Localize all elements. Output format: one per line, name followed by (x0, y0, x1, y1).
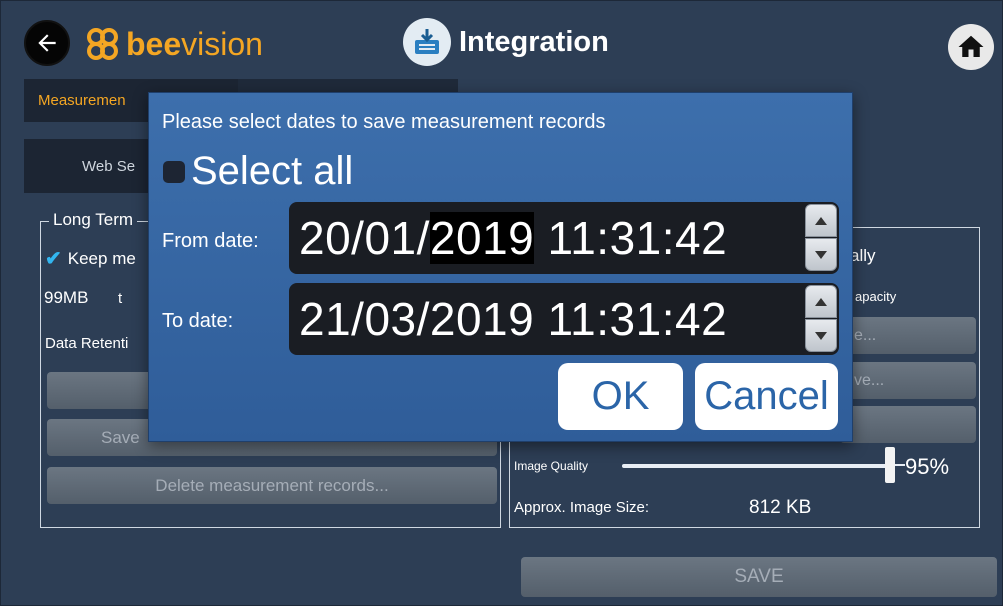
to-date-label: To date: (162, 310, 234, 332)
from-date-decrement-button[interactable] (805, 238, 837, 271)
to-date-increment-button[interactable] (805, 285, 837, 318)
data-retention-label: Data Retenti (45, 335, 129, 352)
back-button[interactable] (24, 20, 70, 66)
from-date-field[interactable]: 20/01/2019 11:31:42 (289, 202, 839, 274)
keep-checkbox-label: Keep me (67, 248, 136, 268)
home-button[interactable] (948, 24, 994, 70)
to-date-value[interactable]: 21/03/2019 11:31:42 (299, 292, 727, 346)
arrow-left-icon (38, 34, 56, 52)
save-button[interactable]: SAVE (521, 557, 997, 597)
from-date-day-month: 20/01/ (299, 212, 430, 264)
logo-text-light: vision (181, 26, 263, 62)
home-icon (958, 35, 984, 57)
right-action-button-3[interactable] (840, 406, 976, 443)
beevision-logo: bee vision (86, 22, 263, 66)
ok-button[interactable]: OK (558, 363, 683, 430)
to-date-field[interactable]: 21/03/2019 11:31:42 (289, 283, 839, 355)
keep-measurements-checkbox[interactable]: ✔ Keep me (45, 246, 136, 271)
dialog-prompt: Please select dates to save measurement … (162, 111, 606, 133)
page-title: Integration (459, 25, 609, 58)
from-date-value[interactable]: 20/01/2019 11:31:42 (299, 211, 727, 265)
checkbox-box (163, 160, 185, 183)
delete-measurement-records-button[interactable]: Delete measurement records... (47, 467, 497, 504)
to-date-decrement-button[interactable] (805, 319, 837, 352)
chevron-down-icon (815, 250, 827, 259)
cancel-button[interactable]: Cancel (695, 363, 838, 430)
right-option-label: ally (850, 246, 876, 265)
checkmark-icon: ✔ (45, 248, 62, 270)
image-quality-value: 95% (905, 454, 950, 479)
from-date-year-selected[interactable]: 2019 (429, 212, 535, 264)
chevron-up-icon (815, 216, 827, 225)
page-title-group: Integration (403, 18, 609, 66)
storage-size-suffix: t (118, 290, 123, 307)
right-action-button-2[interactable]: ve... (840, 362, 976, 399)
image-quality-slider-thumb[interactable] (885, 447, 895, 483)
from-date-time: 11:31:42 (534, 212, 728, 264)
logo-text-bold: bee (126, 26, 182, 62)
integration-icon (403, 18, 451, 66)
from-date-label: From date: (162, 230, 259, 252)
capacity-label: apacity (855, 289, 897, 304)
from-date-increment-button[interactable] (805, 204, 837, 237)
select-all-checkbox[interactable]: Select all (163, 149, 353, 194)
panel-legend: Long Term (49, 210, 138, 230)
date-range-dialog: Please select dates to save measurement … (148, 92, 853, 442)
select-all-label: Select all (191, 149, 354, 193)
image-quality-slider-track[interactable] (622, 464, 894, 468)
slider-end-tick (895, 464, 905, 466)
image-quality-label: Image Quality (514, 459, 589, 473)
header: bee vision Integration (0, 0, 1003, 88)
chevron-up-icon (815, 297, 827, 306)
bee-logo-icon (87, 28, 118, 60)
right-action-button-1[interactable]: e... (840, 317, 976, 354)
storage-size: 99MB (44, 288, 89, 307)
chevron-down-icon (815, 331, 827, 340)
approx-image-size-value: 812 KB (749, 497, 812, 518)
approx-image-size-label: Approx. Image Size: (514, 499, 650, 516)
